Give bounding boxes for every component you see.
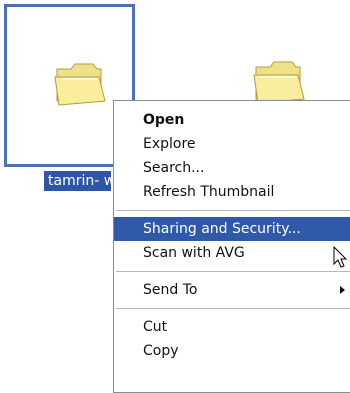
submenu-arrow-icon — [340, 286, 345, 294]
context-menu: Open Explore Search... Refresh Thumbnail… — [113, 100, 350, 393]
menu-item-scan-avg[interactable]: Scan with AVG — [114, 241, 350, 265]
menu-item-copy[interactable]: Copy — [114, 339, 350, 363]
arrow-cursor-icon — [333, 245, 349, 274]
menu-item-open[interactable]: Open — [114, 108, 350, 132]
menu-separator — [116, 308, 350, 309]
menu-item-search[interactable]: Search... — [114, 156, 350, 180]
desktop: tamrin- w Open Explore Search... Refresh… — [0, 0, 350, 393]
menu-item-send-to[interactable]: Send To — [114, 278, 350, 302]
menu-separator — [116, 271, 350, 272]
menu-item-cut[interactable]: Cut — [114, 315, 350, 339]
menu-separator — [116, 210, 350, 211]
menu-item-sharing-security[interactable]: Sharing and Security... — [114, 217, 350, 241]
menu-item-send-to-label: Send To — [143, 282, 198, 298]
menu-item-refresh-thumbnail[interactable]: Refresh Thumbnail — [114, 180, 350, 204]
menu-item-explore[interactable]: Explore — [114, 132, 350, 156]
folder-icon — [53, 61, 107, 111]
folder-label[interactable]: tamrin- w — [44, 171, 111, 191]
